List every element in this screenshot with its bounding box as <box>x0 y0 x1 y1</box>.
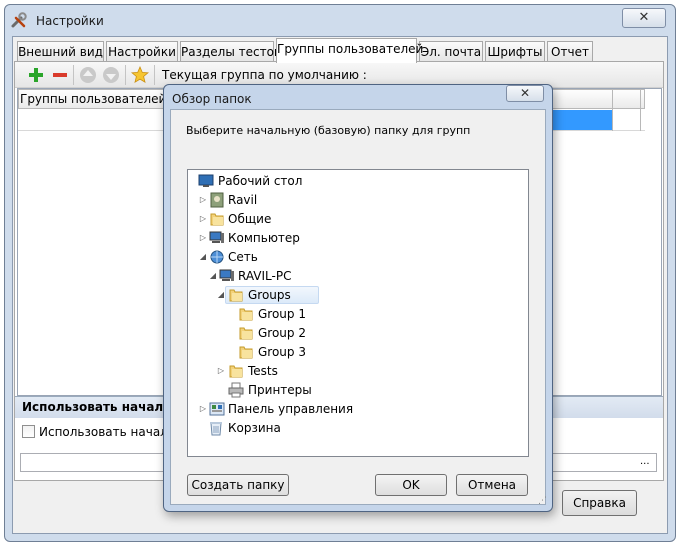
move-down-icon[interactable] <box>102 66 120 84</box>
folder-icon <box>229 365 243 378</box>
toolbar-separator <box>125 65 126 85</box>
network-icon <box>210 250 224 264</box>
star-icon[interactable] <box>131 66 149 84</box>
new-folder-button[interactable]: Создать папку <box>187 474 289 496</box>
tree-item-label: Groups <box>248 288 291 302</box>
remove-icon[interactable] <box>51 66 69 84</box>
tree-item-desktop[interactable]: Рабочий стол <box>198 172 338 190</box>
desktop-icon <box>198 174 214 187</box>
folder-icon <box>239 327 253 340</box>
tree-item-label: Рабочий стол <box>218 174 303 188</box>
recycle-bin-icon <box>210 422 222 436</box>
computer-icon <box>219 269 234 281</box>
grid-divider <box>612 89 613 131</box>
folder-icon <box>229 289 243 302</box>
help-button[interactable]: Справка <box>562 490 637 516</box>
expand-arrow-icon[interactable]: ▷ <box>216 362 226 380</box>
add-icon[interactable] <box>27 66 45 84</box>
tree-item-tests[interactable]: ▷ Tests <box>216 362 336 380</box>
tab-test-sections[interactable]: Разделы тестов <box>180 41 281 62</box>
tree-item-computer[interactable]: ▷ Компьютер <box>198 229 338 247</box>
tab-fonts[interactable]: Шрифты <box>485 41 545 62</box>
collapse-arrow-icon[interactable]: ◢ <box>208 267 218 285</box>
tree-item-shared[interactable]: ▷ Общие <box>198 210 338 228</box>
window-close-button[interactable]: ✕ <box>622 8 666 28</box>
tree-item-label: Корзина <box>228 421 281 435</box>
resize-grip-icon[interactable]: ⋰ <box>538 496 547 506</box>
tree-item-group-1[interactable]: Group 1 <box>236 305 356 323</box>
user-folder-icon <box>210 192 224 208</box>
grid-column-header[interactable]: Группы пользователей <box>20 92 166 106</box>
dialog-message: Выберите начальную (базовую) папку для г… <box>186 124 471 137</box>
tree-item-control-panel[interactable]: ▷ Панель управления <box>198 400 358 418</box>
tab-settings[interactable]: Настройки <box>106 41 178 62</box>
tree-item-label: Group 3 <box>258 345 306 359</box>
tree-item-recycle-bin[interactable]: Корзина <box>208 419 328 437</box>
expand-arrow-icon[interactable]: ▷ <box>198 191 208 209</box>
tree-item-printers[interactable]: Принтеры <box>226 381 346 399</box>
tab-appearance[interactable]: Внешний вид <box>17 41 104 62</box>
tab-user-groups[interactable]: Группы пользователей <box>276 38 423 63</box>
tab-email[interactable]: Эл. почта <box>419 41 483 62</box>
collapse-arrow-icon[interactable]: ◢ <box>198 248 208 266</box>
move-up-icon[interactable] <box>79 66 97 84</box>
tree-item-label: RAVIL-PC <box>238 269 292 283</box>
tree-item-label: Общие <box>228 212 272 226</box>
tab-report[interactable]: Отчет <box>547 41 593 62</box>
tree-item-label: Компьютер <box>228 231 300 245</box>
expand-arrow-icon[interactable]: ▷ <box>198 400 208 418</box>
tree-item-ravil-pc[interactable]: ◢ RAVIL-PC <box>208 267 348 285</box>
expand-arrow-icon[interactable]: ▷ <box>198 229 208 247</box>
ok-button[interactable]: OK <box>375 474 447 496</box>
folder-icon <box>210 213 224 226</box>
folder-tree[interactable]: Рабочий стол ▷ Ravil ▷ Общие ▷ Компьютер… <box>187 169 529 457</box>
browse-ellipsis[interactable]: ... <box>640 456 650 467</box>
tree-item-label: Сеть <box>228 250 258 264</box>
expand-arrow-icon[interactable]: ▷ <box>198 210 208 228</box>
tree-item-label: Принтеры <box>248 383 312 397</box>
tree-item-label: Group 1 <box>258 307 306 321</box>
tree-item-network[interactable]: ◢ Сеть <box>198 248 338 266</box>
grid-divider <box>640 89 641 131</box>
control-panel-icon <box>209 402 225 416</box>
tree-item-group-2[interactable]: Group 2 <box>236 324 356 342</box>
tree-item-groups[interactable]: ◢ Groups <box>216 286 320 304</box>
folder-icon <box>239 308 253 321</box>
tree-item-label: Group 2 <box>258 326 306 340</box>
tree-item-ravil[interactable]: ▷ Ravil <box>198 191 338 209</box>
tree-item-group-3[interactable]: Group 3 <box>236 343 356 361</box>
toolbar-separator <box>154 65 155 85</box>
toolbar-separator <box>73 65 74 85</box>
selected-cell[interactable] <box>545 110 612 130</box>
tree-item-label: Ravil <box>228 193 258 207</box>
cancel-button[interactable]: Отмена <box>456 474 528 496</box>
printer-icon <box>228 382 244 398</box>
tools-icon <box>11 12 27 28</box>
folder-icon <box>239 346 253 359</box>
use-initial-folder-label: Использовать начальн <box>39 425 183 439</box>
tree-item-label: Панель управления <box>228 402 354 416</box>
use-initial-folder-checkbox[interactable] <box>22 425 35 438</box>
tree-item-label: Tests <box>248 364 278 378</box>
default-group-label: Текущая группа по умолчанию : <box>162 68 367 82</box>
dialog-close-button[interactable]: ✕ <box>506 85 544 102</box>
dialog-title: Обзор папок <box>172 92 252 106</box>
window-title: Настройки <box>36 14 104 28</box>
computer-icon <box>209 231 224 243</box>
